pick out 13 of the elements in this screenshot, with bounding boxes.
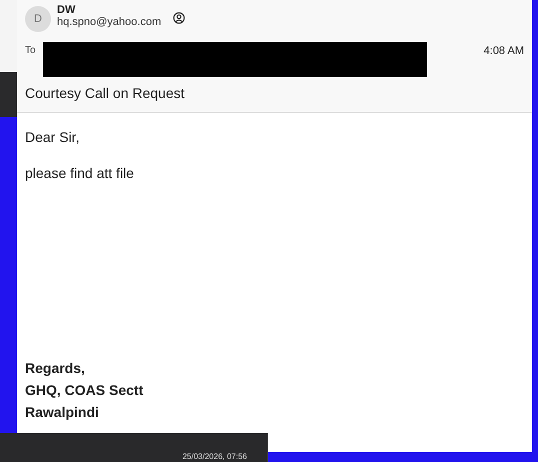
to-label: To: [25, 45, 37, 56]
signature-text: Rawalpindi: [25, 404, 100, 420]
email-subject: Courtesy Call on Request: [25, 85, 186, 101]
sender-address: hq.spno@yahoo.com: [57, 16, 162, 28]
signature-text: Regards,: [25, 360, 86, 376]
body-text: please find att file: [25, 165, 135, 181]
email-time: 4:08 AM: [484, 45, 524, 57]
sender-avatar: D: [25, 6, 51, 32]
window-timestamp: 25/03/2026, 07:56: [182, 452, 247, 462]
sender-name: DW: [57, 4, 76, 16]
body-text: Dear Sir,: [25, 129, 80, 145]
contact-icon[interactable]: [173, 12, 186, 24]
signature-text: GHQ, COAS Sectt: [25, 382, 144, 398]
